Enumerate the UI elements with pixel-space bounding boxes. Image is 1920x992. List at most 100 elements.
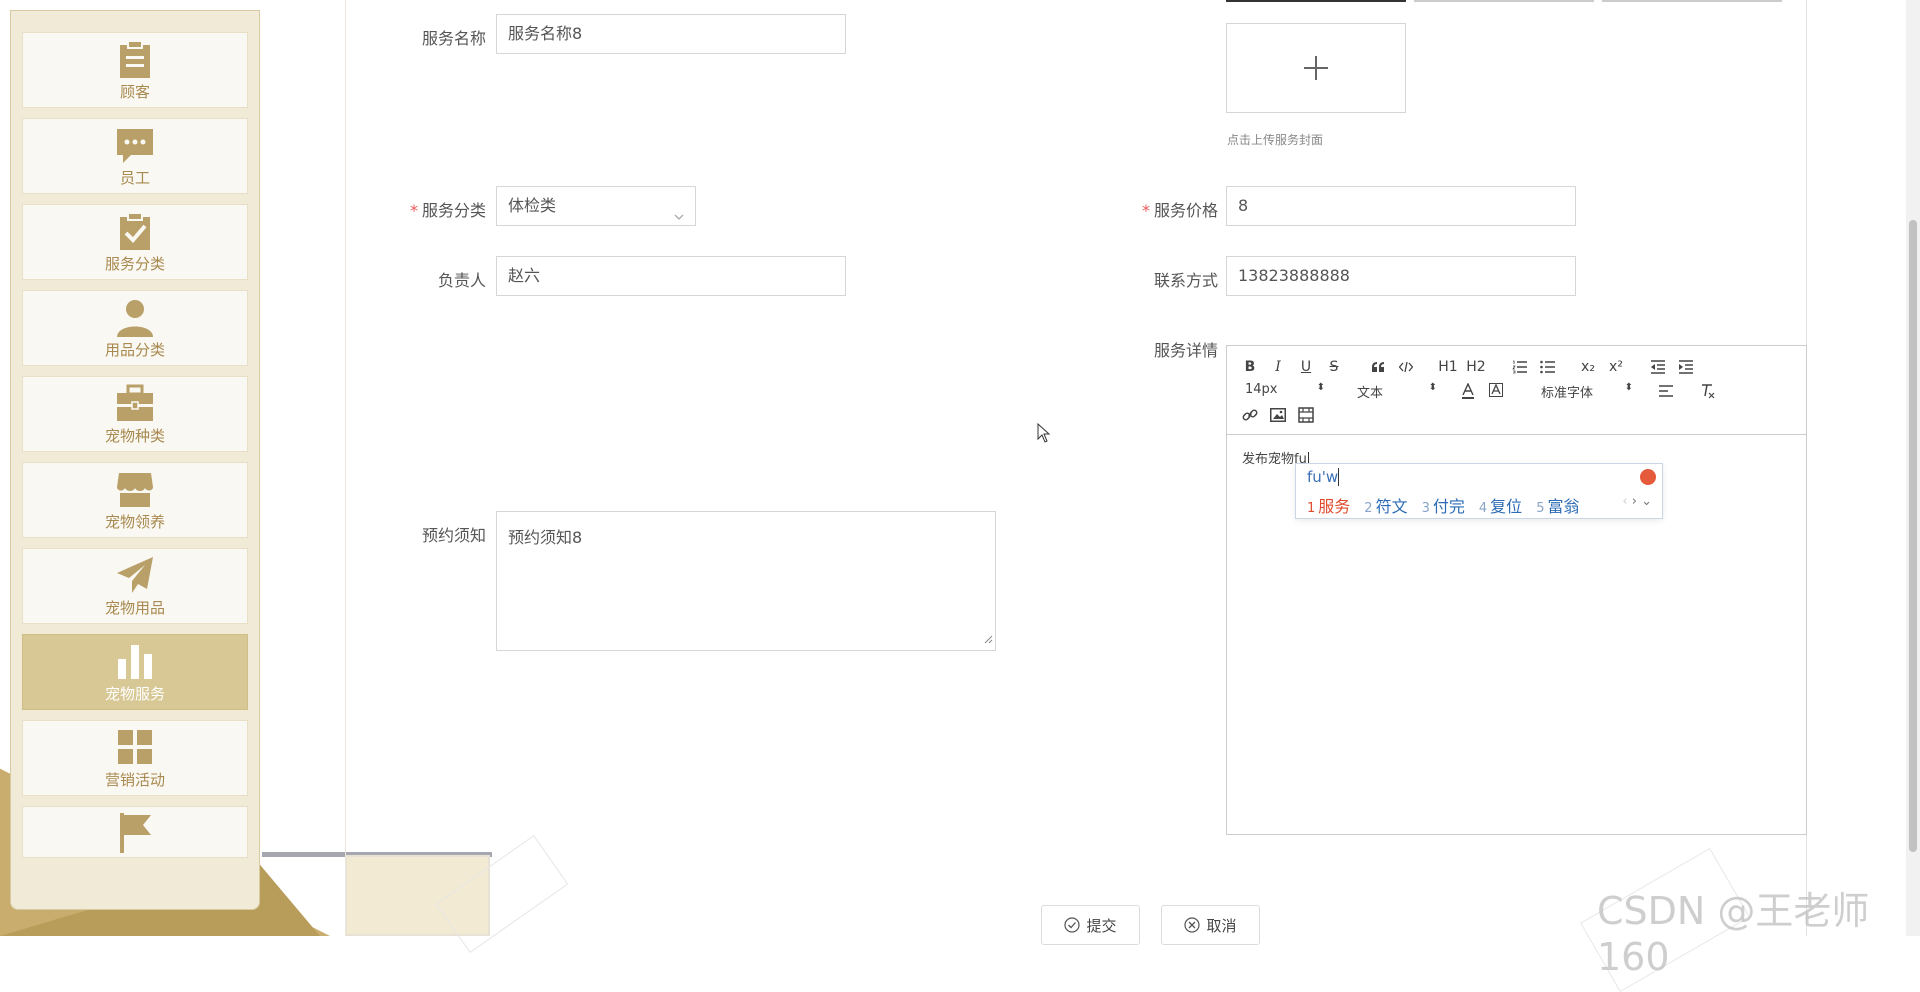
link-button[interactable] <box>1239 405 1261 425</box>
sidebar-item-marketing[interactable]: 营销活动 <box>22 720 248 796</box>
submit-button-label: 提交 <box>1086 916 1117 935</box>
indent-button[interactable] <box>1675 357 1697 377</box>
ime-candidate[interactable]: 2 符文 <box>1364 493 1407 517</box>
font-size-value: 14px <box>1245 382 1278 397</box>
details-label: 服务详情 <box>1153 341 1218 360</box>
bold-button[interactable]: B <box>1239 357 1261 377</box>
bullet-list-button[interactable] <box>1537 357 1559 377</box>
sidebar-item-label: 宠物种类 <box>104 426 165 445</box>
watermark: CSDN @王老师160 <box>1597 889 1870 979</box>
updown-arrow-icon: ⬍ <box>1624 382 1633 393</box>
sidebar-item-service-category[interactable]: 服务分类 <box>22 204 248 280</box>
check-circle-icon <box>1064 917 1081 933</box>
service-name-label: 服务名称 <box>421 29 486 48</box>
owner-label: 负责人 <box>437 271 486 290</box>
outdent-button[interactable] <box>1647 357 1669 377</box>
shop-icon <box>115 469 155 509</box>
sidebar-item-pet-adoption[interactable]: 宠物领养 <box>22 462 248 538</box>
bar-chart-icon <box>115 641 155 681</box>
tab-indicator <box>1414 0 1594 2</box>
required-mark: * <box>1141 201 1150 220</box>
price-input[interactable]: 8 <box>1226 186 1576 226</box>
font-color-button[interactable] <box>1457 381 1479 401</box>
font-color-icon <box>1462 383 1474 399</box>
briefcase-icon <box>115 383 155 423</box>
vertical-scrollbar[interactable] <box>1906 0 1920 936</box>
notice-label: 预约须知 <box>421 526 486 545</box>
image-icon <box>1270 408 1286 422</box>
ime-candidate[interactable]: 3 付完 <box>1422 493 1465 517</box>
font-size-select[interactable]: 14px ⬍ <box>1245 382 1325 397</box>
mouse-cursor-icon <box>1037 422 1051 447</box>
heading-2-button[interactable]: H2 <box>1463 357 1489 377</box>
align-button[interactable] <box>1655 381 1677 401</box>
plus-icon <box>1304 56 1328 80</box>
ime-candidate-list: 1 服务 2 符文 3 付完 4 复位 5 富翁 <box>1307 493 1579 517</box>
video-button[interactable] <box>1295 405 1317 425</box>
blockquote-button[interactable] <box>1367 357 1389 377</box>
cancel-button[interactable]: 取消 <box>1161 905 1260 945</box>
service-name-input[interactable]: 服务名称8 <box>496 14 846 54</box>
tab-indicator <box>1602 0 1782 2</box>
rich-text-editor: B I U S H1 H2 x₂ x² 14px ⬍ 文本 ⬍ 标准字体 ⬍ 发… <box>1226 345 1807 835</box>
chevron-down-icon[interactable]: ⌄ <box>1641 494 1652 509</box>
ime-page-nav[interactable]: ‹ › ⌄ <box>1622 494 1652 509</box>
sidebar-item-label: 用品分类 <box>104 340 165 359</box>
bullet-list-icon <box>1540 360 1555 374</box>
font-family-select[interactable]: 标准字体 ⬍ <box>1541 382 1633 401</box>
sidebar-item-label: 宠物服务 <box>104 684 165 703</box>
chevron-left-icon[interactable]: ‹ <box>1622 494 1627 509</box>
image-button[interactable] <box>1267 405 1289 425</box>
ordered-list-button[interactable] <box>1509 357 1531 377</box>
sidebar-item-staff[interactable]: 员工 <box>22 118 248 194</box>
ime-candidate[interactable]: 1 服务 <box>1307 493 1350 517</box>
superscript-button[interactable]: x² <box>1605 357 1627 377</box>
category-select[interactable]: 体检类 <box>496 186 696 226</box>
notice-textarea[interactable]: 预约须知8 <box>496 511 996 651</box>
sidebar-item-pet-services[interactable]: 宠物服务 <box>22 634 248 710</box>
cover-upload-button[interactable] <box>1226 23 1406 113</box>
notice-text: 预约须知8 <box>508 528 583 547</box>
content-left-border <box>345 0 346 936</box>
ime-candidate[interactable]: 4 复位 <box>1479 493 1522 517</box>
scrollbar-thumb[interactable] <box>1909 220 1917 852</box>
clipboard-icon <box>115 39 155 79</box>
sidebar-item-label: 员工 <box>119 168 150 187</box>
required-mark: * <box>409 201 418 220</box>
sidebar-item-label: 宠物用品 <box>104 598 165 617</box>
heading-1-button[interactable]: H1 <box>1435 357 1461 377</box>
category-label: * 服务分类 <box>409 201 486 220</box>
sidebar-item-supply-category[interactable]: 用品分类 <box>22 290 248 366</box>
indent-icon <box>1679 360 1693 374</box>
grid-icon <box>115 727 155 767</box>
align-left-icon <box>1659 385 1673 397</box>
sidebar-item-pet-supplies[interactable]: 宠物用品 <box>22 548 248 624</box>
close-circle-icon <box>1184 917 1201 933</box>
format-value: 文本 <box>1357 386 1384 401</box>
background-color-button[interactable] <box>1485 381 1507 401</box>
contact-label: 联系方式 <box>1153 271 1218 290</box>
cancel-button-label: 取消 <box>1206 916 1237 935</box>
italic-button[interactable]: I <box>1267 357 1289 377</box>
strikethrough-button[interactable]: S <box>1323 357 1345 377</box>
owner-input[interactable]: 赵六 <box>496 256 846 296</box>
underline-button[interactable]: U <box>1295 357 1317 377</box>
ime-candidate[interactable]: 5 富翁 <box>1536 493 1579 517</box>
sidebar-item-more[interactable] <box>22 806 248 858</box>
chevron-right-icon[interactable]: › <box>1632 494 1637 509</box>
code-block-button[interactable] <box>1395 357 1417 377</box>
sidebar-item-label: 宠物领养 <box>104 512 165 531</box>
subscript-button[interactable]: x₂ <box>1577 357 1599 377</box>
sidebar-item-pet-species[interactable]: 宠物种类 <box>22 376 248 452</box>
format-select[interactable]: 文本 ⬍ <box>1357 382 1437 401</box>
tab-indicator-active <box>1226 0 1406 2</box>
editor-toolbar: B I U S H1 H2 x₂ x² 14px ⬍ 文本 ⬍ 标准字体 ⬍ <box>1227 346 1806 435</box>
clear-format-button[interactable] <box>1697 381 1719 401</box>
resize-handle-icon[interactable] <box>984 629 993 648</box>
sidebar-item-customers[interactable]: 顾客 <box>22 32 248 108</box>
clipboard-check-icon <box>115 211 155 251</box>
outdent-icon <box>1651 360 1665 374</box>
submit-button[interactable]: 提交 <box>1041 905 1140 945</box>
ime-candidate-window: fu'w 1 服务 2 符文 3 付完 4 复位 5 富翁 ‹ › ⌄ <box>1295 463 1663 519</box>
contact-input[interactable]: 13823888888 <box>1226 256 1576 296</box>
